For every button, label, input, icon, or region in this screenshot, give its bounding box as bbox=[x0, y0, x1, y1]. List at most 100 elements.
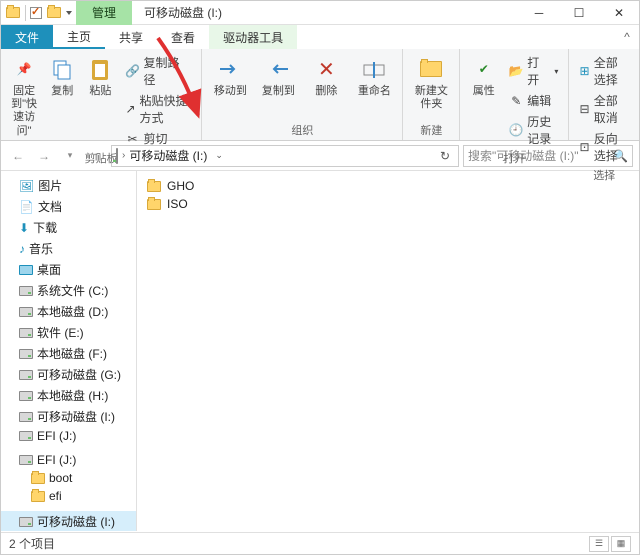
properties-label: 属性 bbox=[473, 85, 495, 98]
tree-item-label: 可移动磁盘 (G:) bbox=[37, 366, 121, 383]
tab-view[interactable]: 查看 bbox=[157, 25, 209, 49]
close-button[interactable]: ✕ bbox=[599, 1, 639, 25]
properties-button[interactable]: ✔ 属性 bbox=[466, 53, 501, 100]
title-bar: 管理 可移动磁盘 (I:) ─ ☐ ✕ bbox=[1, 1, 639, 25]
history-button[interactable]: 🕘历史记录 bbox=[505, 112, 562, 148]
navigation-pane[interactable]: 🖼图片📄文档⬇下载♪音乐桌面系统文件 (C:)本地磁盘 (D:)软件 (E:)本… bbox=[1, 171, 137, 531]
drive-icon bbox=[19, 349, 33, 359]
invert-selection-button[interactable]: ⊡反向选择 bbox=[575, 129, 633, 165]
tree-item-label: boot bbox=[49, 471, 72, 485]
icons-view-button[interactable]: ▦ bbox=[611, 536, 631, 552]
file-item[interactable]: GHO bbox=[147, 177, 629, 195]
qat-folder-icon[interactable] bbox=[46, 5, 62, 21]
select-group-label: 选择 bbox=[575, 165, 633, 183]
tab-home[interactable]: 主页 bbox=[53, 25, 105, 49]
quick-access-toolbar bbox=[1, 5, 76, 21]
folder-icon bbox=[147, 199, 161, 210]
tree-item[interactable]: 系统文件 (C:) bbox=[1, 280, 136, 301]
copy-button[interactable]: 复制 bbox=[45, 53, 79, 100]
open-group-label: 打开 bbox=[466, 148, 562, 166]
tree-item-label: 下载 bbox=[33, 219, 57, 236]
tree-item[interactable]: 本地磁盘 (D:) bbox=[1, 301, 136, 322]
tree-item-label: 图片 bbox=[38, 177, 62, 194]
tab-share[interactable]: 共享 bbox=[105, 25, 157, 49]
maximize-button[interactable]: ☐ bbox=[559, 1, 599, 25]
copy-icon bbox=[48, 55, 76, 83]
ribbon-tabs: 文件 主页 共享 查看 驱动器工具 ^ bbox=[1, 25, 639, 49]
move-to-label: 移动到 bbox=[214, 85, 247, 98]
ribbon-collapse-button[interactable]: ^ bbox=[615, 25, 639, 49]
tree-item[interactable]: 桌面 bbox=[1, 259, 136, 280]
tree-item-label: efi bbox=[49, 489, 62, 503]
open-label: 打开 bbox=[527, 54, 548, 88]
organize-group-label: 组织 bbox=[208, 120, 396, 138]
tree-item[interactable]: 可移动磁盘 (I:) bbox=[1, 406, 136, 427]
address-dropdown-icon[interactable]: ⌄ bbox=[211, 150, 227, 161]
tree-item[interactable]: efi bbox=[1, 487, 136, 505]
drive-icon bbox=[19, 370, 33, 380]
drive-icon bbox=[19, 517, 33, 527]
paste-label: 粘贴 bbox=[89, 85, 111, 98]
new-group-label: 新建 bbox=[409, 120, 453, 138]
refresh-button[interactable]: ↻ bbox=[436, 149, 454, 163]
edit-button[interactable]: ✎编辑 bbox=[505, 91, 562, 110]
drive-icon bbox=[19, 328, 33, 338]
copy-path-button[interactable]: 🔗复制路径 bbox=[121, 53, 195, 89]
tree-item[interactable]: 🖼图片 bbox=[1, 175, 136, 196]
window-title: 可移动磁盘 (I:) bbox=[132, 4, 234, 21]
new-folder-icon bbox=[417, 55, 445, 83]
tab-drive-tools[interactable]: 驱动器工具 bbox=[209, 25, 297, 49]
folder-icon bbox=[31, 473, 45, 484]
file-list[interactable]: GHOISO bbox=[137, 171, 639, 531]
tab-file[interactable]: 文件 bbox=[1, 25, 53, 49]
select-none-button[interactable]: ⊟全部取消 bbox=[575, 91, 633, 127]
delete-button[interactable]: ✕ 删除 bbox=[304, 53, 348, 100]
tree-item-label: 系统文件 (C:) bbox=[37, 282, 108, 299]
ribbon-group-organize: 移动到 复制到 ✕ 删除 重命名 组织 bbox=[202, 49, 403, 140]
file-item[interactable]: ISO bbox=[147, 195, 629, 213]
tree-item[interactable]: EFI (J:) bbox=[1, 427, 136, 445]
tree-item[interactable]: boot bbox=[1, 469, 136, 487]
open-button[interactable]: 📂打开▾ bbox=[505, 53, 562, 89]
tree-item[interactable]: EFI (J:) bbox=[1, 451, 136, 469]
invert-label: 反向选择 bbox=[594, 130, 629, 164]
tree-item[interactable]: 本地磁盘 (H:) bbox=[1, 385, 136, 406]
tree-item[interactable]: 可移动磁盘 (G:) bbox=[1, 364, 136, 385]
tree-item-label: 桌面 bbox=[37, 261, 61, 278]
ribbon: 📌 固定到"快速访问" 复制 粘贴 🔗复制路径 ↗粘贴快捷方式 ✂剪切 剪贴板 bbox=[1, 49, 639, 141]
tree-item[interactable]: ⬇ 下载 bbox=[1, 217, 136, 238]
minimize-button[interactable]: ─ bbox=[519, 1, 559, 25]
history-icon: 🕘 bbox=[509, 123, 523, 137]
cut-button[interactable]: ✂剪切 bbox=[121, 129, 195, 148]
tree-item[interactable]: ♪音乐 bbox=[1, 238, 136, 259]
delete-label: 删除 bbox=[315, 85, 337, 98]
tree-item-label: 文档 bbox=[38, 198, 62, 215]
paste-shortcut-button[interactable]: ↗粘贴快捷方式 bbox=[121, 91, 195, 127]
folder-icon bbox=[5, 5, 21, 21]
move-to-button[interactable]: 移动到 bbox=[208, 53, 252, 100]
copy-label: 复制 bbox=[51, 85, 73, 98]
tree-item-label: 音乐 bbox=[29, 240, 53, 257]
status-bar: 2 个项目 ☰ ▦ bbox=[1, 532, 639, 554]
tree-item-label: 本地磁盘 (H:) bbox=[37, 387, 108, 404]
tree-item-label: 本地磁盘 (D:) bbox=[37, 303, 108, 320]
new-folder-button[interactable]: 新建文件夹 bbox=[409, 53, 453, 113]
rename-button[interactable]: 重命名 bbox=[352, 53, 396, 100]
downloads-icon: ⬇ bbox=[19, 221, 29, 235]
select-all-button[interactable]: ⊞全部选择 bbox=[575, 53, 633, 89]
pin-quick-access-button[interactable]: 📌 固定到"快速访问" bbox=[7, 53, 41, 140]
details-view-button[interactable]: ☰ bbox=[589, 536, 609, 552]
open-icon: 📂 bbox=[509, 64, 523, 78]
qat-dropdown-icon[interactable] bbox=[66, 11, 72, 15]
tree-item[interactable]: 可移动磁盘 (I:) bbox=[1, 511, 136, 531]
paste-button[interactable]: 粘贴 bbox=[83, 53, 117, 100]
path-icon: 🔗 bbox=[125, 64, 139, 78]
tree-item[interactable]: 📄文档 bbox=[1, 196, 136, 217]
pin-label: 固定到"快速访问" bbox=[9, 85, 39, 138]
explorer-body: 🖼图片📄文档⬇下载♪音乐桌面系统文件 (C:)本地磁盘 (D:)软件 (E:)本… bbox=[1, 171, 639, 531]
qat-properties-checkbox[interactable] bbox=[30, 7, 42, 19]
paste-shortcut-label: 粘贴快捷方式 bbox=[140, 92, 192, 126]
tree-item[interactable]: 本地磁盘 (F:) bbox=[1, 343, 136, 364]
tree-item[interactable]: 软件 (E:) bbox=[1, 322, 136, 343]
copy-to-button[interactable]: 复制到 bbox=[256, 53, 300, 100]
